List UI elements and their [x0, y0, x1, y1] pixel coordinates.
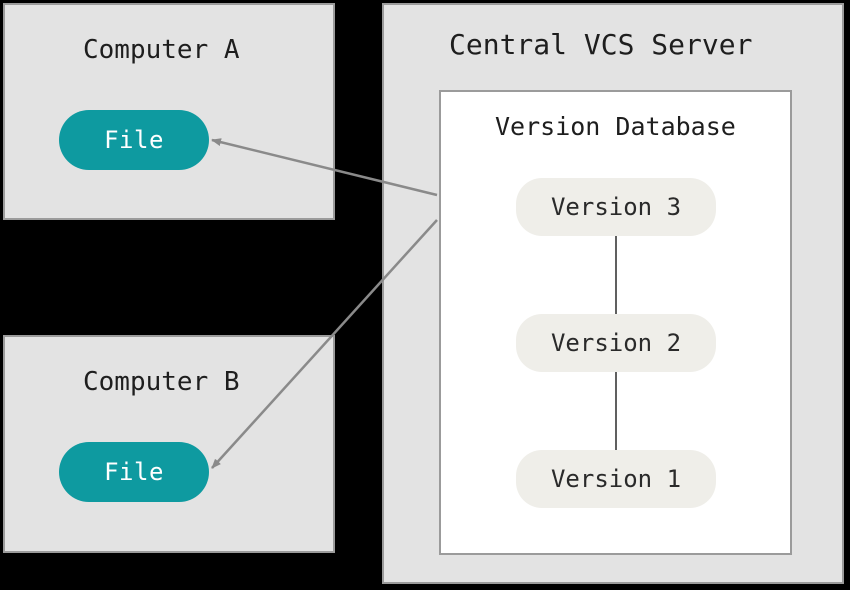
- connector-v2-v1: [615, 372, 617, 450]
- computer-b-file-label: File: [104, 458, 164, 486]
- computer-b-title: Computer B: [83, 367, 240, 397]
- central-server-panel: Central VCS Server Version Database Vers…: [382, 3, 844, 584]
- version-2-pill: Version 2: [516, 314, 716, 372]
- version-1-pill: Version 1: [516, 450, 716, 508]
- version-database-box: Version Database Version 3 Version 2 Ver…: [439, 90, 792, 555]
- computer-a-file-label: File: [104, 126, 164, 154]
- computer-a-title: Computer A: [83, 35, 240, 65]
- computer-b-file-pill: File: [59, 442, 209, 502]
- central-server-title: Central VCS Server: [449, 28, 752, 61]
- diagram-stage: Computer A File Computer B File Central …: [0, 0, 850, 590]
- version-database-title: Version Database: [495, 112, 736, 141]
- computer-a-panel: Computer A File: [3, 3, 335, 220]
- computer-b-panel: Computer B File: [3, 335, 335, 553]
- connector-v3-v2: [615, 236, 617, 314]
- version-2-label: Version 2: [551, 329, 681, 357]
- version-3-pill: Version 3: [516, 178, 716, 236]
- computer-a-file-pill: File: [59, 110, 209, 170]
- version-3-label: Version 3: [551, 193, 681, 221]
- version-1-label: Version 1: [551, 465, 681, 493]
